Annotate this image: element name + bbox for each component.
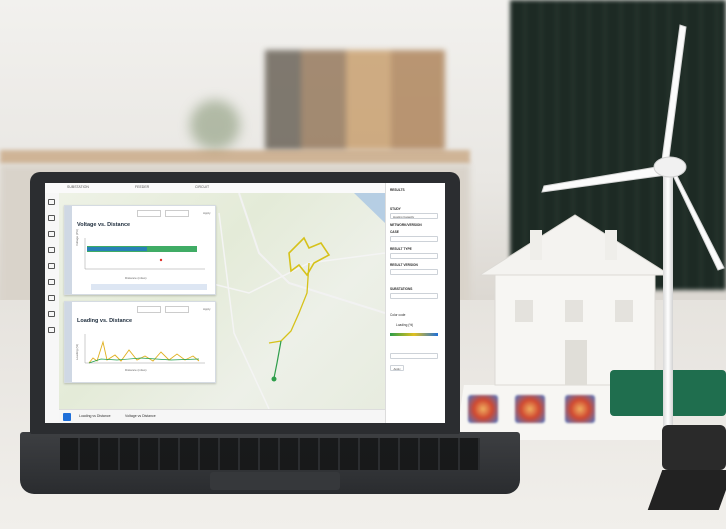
range-max-input[interactable]: [165, 210, 189, 217]
phone: [647, 470, 726, 510]
search-icon[interactable]: [48, 327, 55, 333]
chart-icon[interactable]: [48, 247, 55, 253]
loading-chart-panel: Apply Loading vs. Distance Loading (%) D…: [64, 301, 216, 383]
wind-turbine-blades: [541, 24, 725, 271]
range-max-input[interactable]: [165, 306, 189, 313]
document-icon[interactable]: [48, 279, 55, 285]
y-axis-label: Voltage (PU): [75, 228, 79, 246]
laptop-trackpad: [210, 472, 340, 490]
heatmap-print: [468, 395, 498, 423]
background-books: [265, 50, 445, 150]
left-toolbar: [45, 193, 60, 423]
study-label: STUDY: [390, 207, 401, 211]
photo-scene: SUBSTATION FEEDER CIRCUIT Apply Voltage …: [0, 0, 726, 529]
color-scale-bar: [390, 333, 438, 336]
color-field-select[interactable]: [390, 353, 438, 359]
settings-icon[interactable]: [48, 295, 55, 301]
study-select[interactable]: Hosting Capacity: [390, 213, 438, 219]
apply-button[interactable]: Apply: [203, 211, 211, 215]
voltage-plot: [84, 238, 205, 270]
result-type-select[interactable]: [390, 253, 438, 259]
heatmap-print: [565, 395, 595, 423]
export-icon[interactable]: [48, 311, 55, 317]
breadcrumb-item[interactable]: CIRCUIT: [195, 185, 209, 189]
substations-label: SUBSTATIONS: [390, 287, 413, 291]
camera-lens: [662, 425, 726, 470]
x-axis-label: Distance (miles): [125, 276, 147, 280]
case-select[interactable]: [390, 236, 438, 242]
laptop-keyboard: [60, 438, 480, 470]
panel-title: Loading vs. Distance: [77, 318, 133, 324]
sidebar-header: RESULTS: [390, 188, 405, 192]
background-shelf: [0, 150, 470, 164]
apply-button[interactable]: Apply: [203, 307, 211, 311]
expand-button[interactable]: [63, 413, 71, 421]
results-sidebar: RESULTS STUDY Hosting Capacity NETWORK/V…: [385, 183, 445, 423]
table-icon[interactable]: [48, 263, 55, 269]
substation-marker[interactable]: [271, 376, 277, 382]
color-apply-button[interactable]: Apply: [390, 365, 404, 371]
result-type-label: RESULT TYPE: [390, 247, 412, 251]
x-axis-label: Distance (miles): [125, 368, 147, 372]
substations-select[interactable]: [390, 293, 438, 299]
panel-title: Voltage vs. Distance: [77, 222, 131, 228]
background-plant: [190, 100, 240, 150]
result-version-label: RESULT VERSION: [390, 263, 418, 267]
voltage-chart-panel: Apply Voltage vs. Distance Voltage (PU) …: [64, 205, 216, 295]
color-code-label: Color code: [390, 313, 406, 317]
network-label: NETWORK/VERSION: [390, 223, 422, 227]
breadcrumb-item[interactable]: FEEDER: [135, 185, 149, 189]
laptop-screen: SUBSTATION FEEDER CIRCUIT Apply Voltage …: [45, 183, 445, 423]
panel-handle: [65, 206, 72, 294]
range-min-input[interactable]: [137, 210, 161, 217]
breadcrumb-item[interactable]: SUBSTATION: [67, 185, 89, 189]
heatmap-print: [515, 395, 545, 423]
tab-loading[interactable]: Loading vs Distance: [79, 414, 111, 418]
panel-handle: [65, 302, 72, 382]
case-label: CASE: [390, 230, 399, 234]
range-min-input[interactable]: [137, 306, 161, 313]
layers-icon[interactable]: [48, 215, 55, 221]
grid-icon[interactable]: [48, 231, 55, 237]
bottom-tab-bar: Loading vs Distance Voltage vs Distance: [59, 409, 385, 423]
range-slider[interactable]: [91, 284, 207, 290]
y-axis-label: Loading (%): [75, 343, 79, 360]
tab-voltage[interactable]: Voltage vs Distance: [125, 414, 156, 418]
loading-plot: [84, 334, 205, 364]
menu-icon[interactable]: [48, 199, 55, 205]
result-version-select[interactable]: [390, 269, 438, 275]
metric-label: Loading (%): [396, 323, 414, 327]
